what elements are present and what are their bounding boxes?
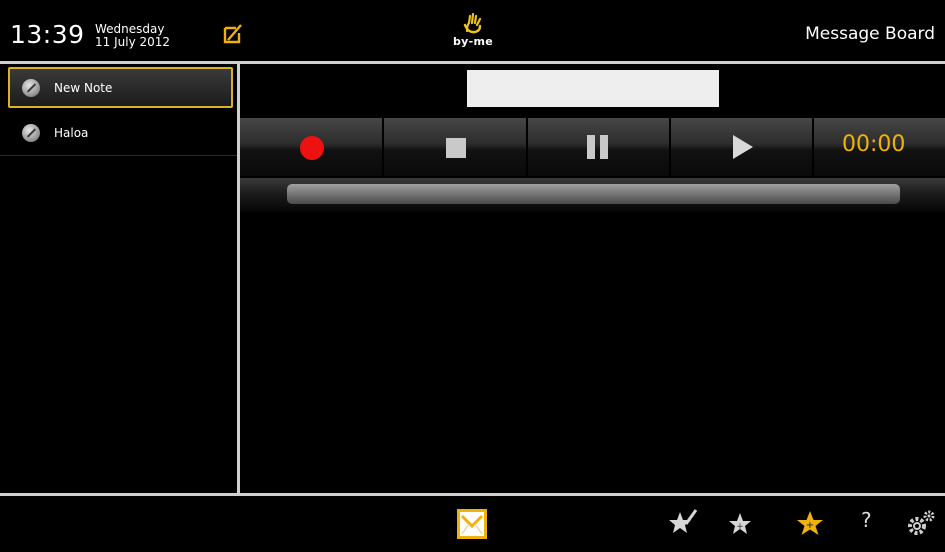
timer-display: 00:00 (814, 118, 945, 176)
date-label: 11 July 2012 (95, 35, 171, 49)
notes-list: New Note Haloa (0, 64, 237, 493)
note-item-new-note[interactable]: New Note (8, 67, 233, 108)
help-icon: ? (861, 508, 872, 532)
logo-text: by-me (452, 35, 494, 48)
audio-player-controls: 00:00 (240, 118, 945, 176)
settings-icon (908, 510, 935, 535)
play-icon (733, 135, 753, 159)
favorite-button[interactable]: + (725, 508, 755, 538)
settings-button[interactable] (905, 508, 935, 538)
edit-button[interactable] (222, 22, 246, 46)
note-item-haloa[interactable]: Haloa (0, 110, 237, 156)
top-bar: 13:39 Wednesday 11 July 2012 by-me Messa… (0, 0, 945, 61)
pause-icon (587, 135, 611, 159)
stop-icon (446, 138, 466, 158)
pin-favorite-button[interactable] (668, 508, 698, 538)
timer-value: 00:00 (842, 132, 906, 157)
byme-logo: by-me (449, 13, 497, 49)
record-icon (300, 136, 324, 160)
clock-date: Wednesday 11 July 2012 (95, 23, 170, 49)
note-icon (22, 79, 40, 97)
playback-scrubber[interactable] (287, 184, 900, 204)
note-title-input[interactable] (467, 70, 719, 107)
page-title: Message Board (805, 24, 935, 44)
bottom-toolbar: + + ? (0, 496, 945, 552)
messages-icon (457, 509, 487, 539)
svg-text:+: + (806, 520, 814, 531)
stop-button[interactable] (384, 118, 528, 176)
svg-text:+: + (736, 522, 744, 532)
star-icon: + (729, 513, 751, 534)
add-favorite-button[interactable]: + (795, 508, 825, 538)
note-content-area[interactable] (240, 214, 945, 493)
play-button[interactable] (671, 118, 814, 176)
help-button[interactable]: ? (855, 508, 885, 538)
messages-button[interactable] (456, 508, 487, 539)
note-label: New Note (54, 81, 113, 95)
record-button[interactable] (240, 118, 384, 176)
edit-icon (223, 24, 242, 44)
pause-button[interactable] (528, 118, 671, 176)
note-icon (22, 124, 40, 142)
note-label: Haloa (54, 126, 89, 140)
byme-logo-icon (463, 13, 482, 34)
clock-time: 13:39 (10, 20, 85, 49)
star-highlight-icon: + (797, 511, 823, 535)
star-pin-icon (669, 509, 698, 533)
